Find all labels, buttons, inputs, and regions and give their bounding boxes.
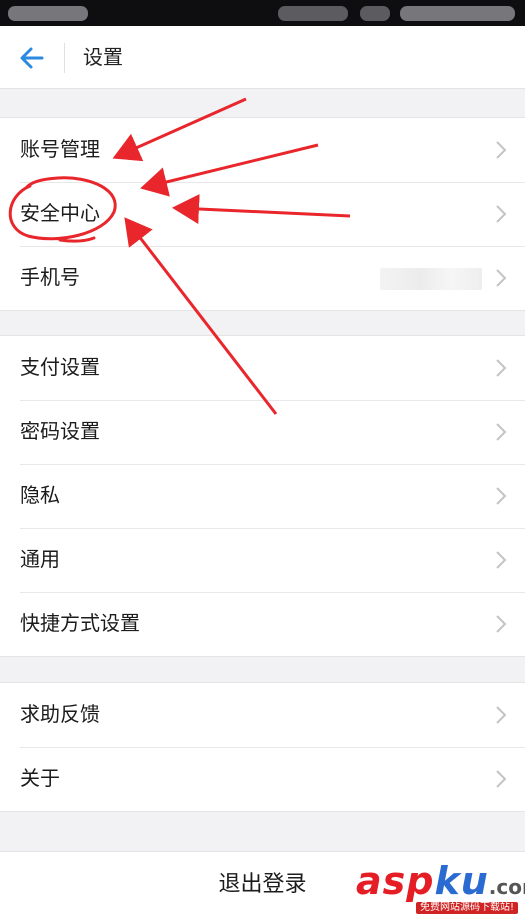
chevron-right-icon bbox=[496, 205, 507, 223]
chevron-right-icon bbox=[496, 141, 507, 159]
settings-row-security-center[interactable]: 安全中心 bbox=[0, 182, 525, 246]
watermark-ku: ku bbox=[434, 859, 489, 903]
watermark-asp: asp bbox=[356, 859, 435, 903]
settings-group-general: 支付设置 密码设置 隐私 通用 快捷方式设置 bbox=[0, 335, 525, 657]
settings-row-password[interactable]: 密码设置 bbox=[0, 400, 525, 464]
settings-row-general[interactable]: 通用 bbox=[0, 528, 525, 592]
status-bar bbox=[0, 0, 525, 26]
row-label: 支付设置 bbox=[20, 355, 100, 379]
nav-bar: 设置 bbox=[0, 26, 525, 89]
row-label: 账号管理 bbox=[20, 137, 100, 161]
watermark-logo: aspku.com 免费网站源码下载站! bbox=[350, 858, 525, 919]
settings-row-phone[interactable]: 手机号 bbox=[0, 246, 525, 310]
row-label: 求助反馈 bbox=[20, 702, 100, 726]
page-title: 设置 bbox=[83, 45, 123, 69]
chevron-right-icon bbox=[496, 615, 507, 633]
settings-row-shortcuts[interactable]: 快捷方式设置 bbox=[0, 592, 525, 656]
row-label: 快捷方式设置 bbox=[20, 611, 140, 635]
chevron-right-icon bbox=[496, 770, 507, 788]
chevron-right-icon bbox=[496, 269, 507, 287]
watermark-subtitle: 免费网站源码下载站! bbox=[416, 902, 519, 914]
settings-row-about[interactable]: 关于 bbox=[0, 747, 525, 811]
settings-row-feedback[interactable]: 求助反馈 bbox=[0, 683, 525, 747]
row-label: 密码设置 bbox=[20, 419, 100, 443]
settings-row-payment[interactable]: 支付设置 bbox=[0, 336, 525, 400]
status-blur bbox=[278, 6, 348, 21]
nav-divider bbox=[64, 43, 65, 73]
chevron-right-icon bbox=[496, 706, 507, 724]
settings-group-account: 账号管理 安全中心 手机号 bbox=[0, 117, 525, 311]
status-blur bbox=[360, 6, 390, 21]
masked-phone-value bbox=[380, 268, 482, 290]
row-label: 手机号 bbox=[20, 265, 80, 289]
settings-group-help: 求助反馈 关于 bbox=[0, 682, 525, 812]
chevron-right-icon bbox=[496, 551, 507, 569]
settings-row-privacy[interactable]: 隐私 bbox=[0, 464, 525, 528]
status-blur bbox=[400, 6, 515, 21]
settings-row-account-management[interactable]: 账号管理 bbox=[0, 118, 525, 182]
row-label: 通用 bbox=[20, 547, 60, 571]
status-blur bbox=[8, 6, 88, 21]
arrow-left-icon bbox=[20, 47, 44, 69]
chevron-right-icon bbox=[496, 487, 507, 505]
row-label: 关于 bbox=[20, 766, 60, 790]
row-label: 隐私 bbox=[20, 483, 60, 507]
watermark-com: .com bbox=[488, 875, 525, 899]
back-button[interactable] bbox=[14, 42, 50, 74]
row-label: 安全中心 bbox=[20, 201, 100, 225]
chevron-right-icon bbox=[496, 359, 507, 377]
chevron-right-icon bbox=[496, 423, 507, 441]
